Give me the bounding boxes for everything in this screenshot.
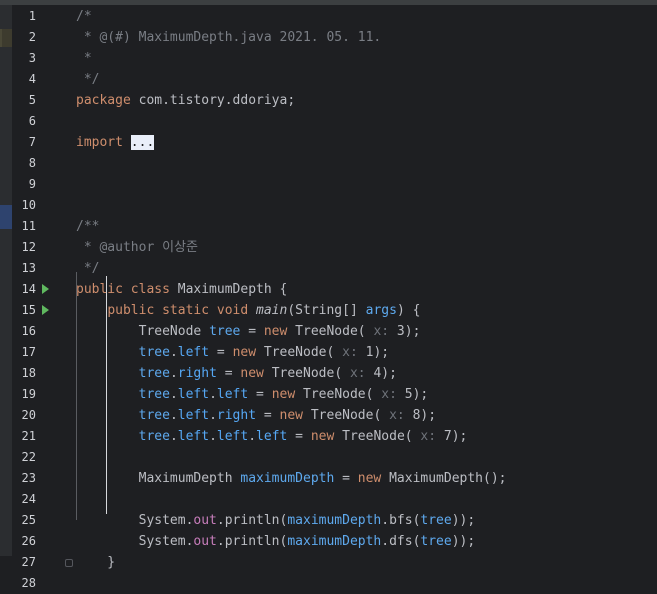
line-number: 20 xyxy=(21,408,36,422)
run-icon[interactable] xyxy=(42,284,49,294)
code-line[interactable]: tree.left = new TreeNode( x: 1); xyxy=(76,342,389,363)
code-line[interactable]: */ xyxy=(76,69,100,90)
line-number: 13 xyxy=(21,261,36,275)
line-number: 18 xyxy=(21,366,36,380)
line-number: 4 xyxy=(28,72,36,86)
code-line[interactable]: tree.left.left.left = new TreeNode( x: 7… xyxy=(76,426,468,447)
line-number: 2 xyxy=(28,30,36,44)
code-line[interactable]: import ... xyxy=(76,132,155,153)
line-number: 14 xyxy=(21,282,36,296)
code-line[interactable]: System.out.println(maximumDepth.bfs(tree… xyxy=(76,510,476,531)
line-number: 19 xyxy=(21,387,36,401)
code-line[interactable]: TreeNode tree = new TreeNode( x: 3); xyxy=(76,321,421,342)
line-number: 27 xyxy=(21,555,36,569)
line-number: 10 xyxy=(21,198,36,212)
line-number: 28 xyxy=(21,576,36,590)
code-line[interactable]: * @author 이상준 xyxy=(76,237,198,258)
line-number: 1 xyxy=(28,9,36,23)
code-line[interactable]: MaximumDepth maximumDepth = new MaximumD… xyxy=(76,468,507,489)
code-line[interactable]: } xyxy=(76,552,115,573)
line-number: 8 xyxy=(28,156,36,170)
code-line[interactable]: tree.right = new TreeNode( x: 4); xyxy=(76,363,397,384)
line-number: 17 xyxy=(21,345,36,359)
line-number: 16 xyxy=(21,324,36,338)
code-line[interactable]: /* xyxy=(76,6,92,27)
line-number: 22 xyxy=(21,450,36,464)
line-number: 11 xyxy=(21,219,36,233)
editor-gutter[interactable]: 1 2 3 4 5 6 7 8 9 10 11 12 13 14 15 16 17 18 19 20 21 22 23 24 2… xyxy=(12,5,73,590)
line-number: 7 xyxy=(28,135,36,149)
line-number: 15 xyxy=(21,303,36,317)
code-line[interactable]: package com.tistory.ddoriya; xyxy=(76,90,295,111)
code-line[interactable]: * xyxy=(76,48,92,69)
line-number: 9 xyxy=(28,177,36,191)
line-number: 25 xyxy=(21,513,36,527)
line-number: 23 xyxy=(21,471,36,485)
code-line[interactable]: /** xyxy=(76,216,99,237)
code-line[interactable]: public static void main(String[] args) { xyxy=(76,300,420,321)
line-number: 21 xyxy=(21,429,36,443)
run-icon[interactable] xyxy=(42,305,49,315)
fold-icon[interactable] xyxy=(65,559,73,567)
code-line[interactable]: public class MaximumDepth { xyxy=(76,279,287,300)
line-number: 24 xyxy=(21,492,36,506)
code-line[interactable]: tree.left.left = new TreeNode( x: 5); xyxy=(76,384,429,405)
line-number: 3 xyxy=(28,51,36,65)
code-line[interactable]: tree.left.right = new TreeNode( x: 8); xyxy=(76,405,436,426)
tool-window-strip xyxy=(0,5,14,556)
code-line[interactable]: System.out.println(maximumDepth.dfs(tree… xyxy=(76,531,476,552)
line-number: 6 xyxy=(28,114,36,128)
line-number: 5 xyxy=(28,93,36,107)
code-line[interactable]: */ xyxy=(76,258,100,279)
line-number: 12 xyxy=(21,240,36,254)
code-line[interactable]: * @(#) MaximumDepth.java 2021. 05. 11. xyxy=(76,27,381,48)
line-number: 26 xyxy=(21,534,36,548)
strip-selection-marker xyxy=(0,205,12,229)
code-editor[interactable]: /* * @(#) MaximumDepth.java 2021. 05. 11… xyxy=(64,5,657,570)
